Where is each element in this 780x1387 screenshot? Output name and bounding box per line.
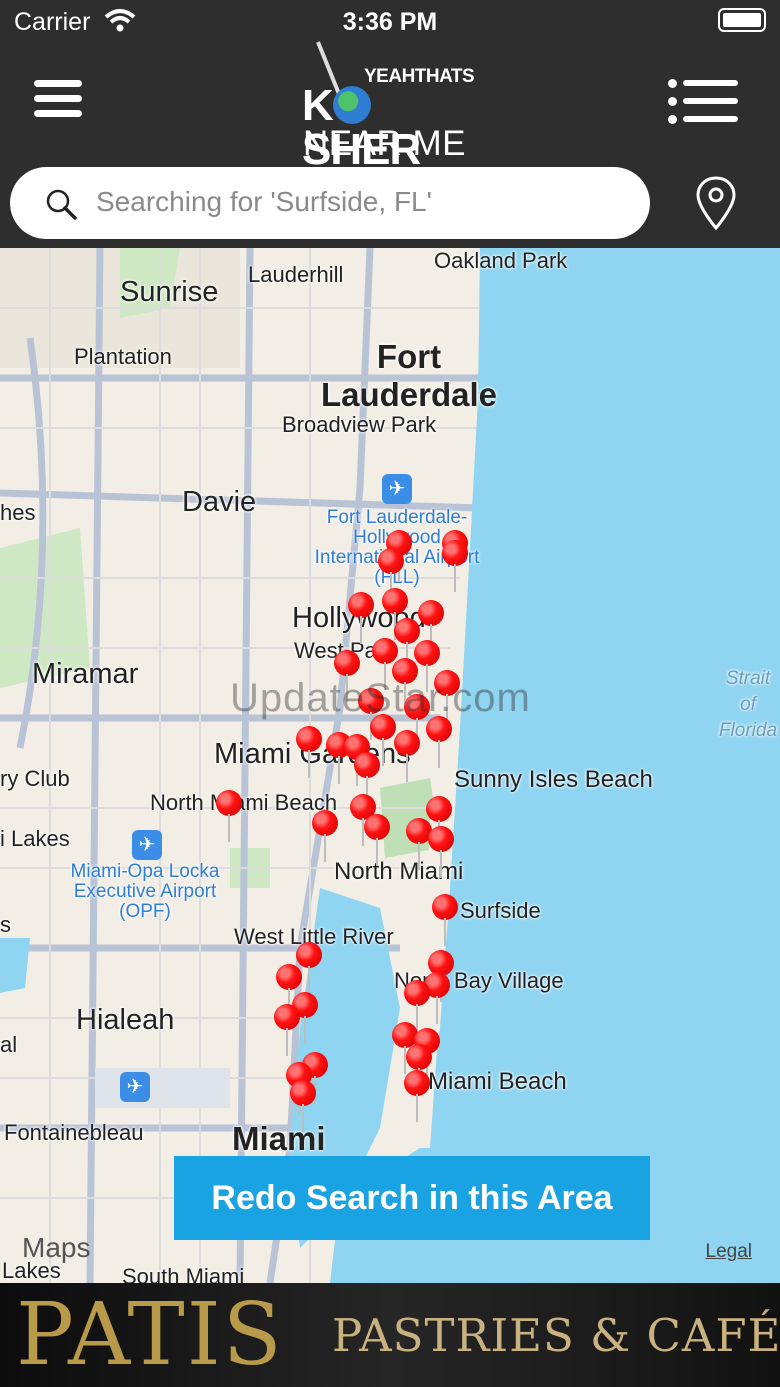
label-north-miami: North Miami [334, 858, 464, 885]
label-fontainebleau: Fontainebleau [4, 1120, 144, 1145]
ad-brand-text: PATIS [16, 1285, 284, 1385]
restaurant-pin[interactable] [378, 548, 404, 600]
restaurant-pin[interactable] [334, 650, 360, 702]
restaurant-pin[interactable] [382, 588, 408, 640]
restaurant-pin[interactable] [312, 810, 338, 862]
label-sunrise: Sunrise [120, 276, 219, 308]
app-logo: YEAHTHATS KSHER NEAR ME [300, 41, 480, 172]
restaurant-pin[interactable] [442, 540, 468, 592]
redo-search-button[interactable]: Redo Search in this Area [174, 1156, 650, 1240]
airport-icon: ✈ [382, 474, 412, 504]
label-hialeah: Hialeah [76, 1004, 175, 1036]
legal-link[interactable]: Legal [706, 1241, 753, 1263]
label-south-miami: South Miami [122, 1264, 245, 1283]
restaurant-pin[interactable] [364, 814, 390, 866]
clock: 3:36 PM [342, 8, 438, 36]
list-view-button[interactable] [668, 78, 738, 124]
watermark: UpdateStar.com [230, 676, 531, 720]
airport-icon: ✈ [132, 830, 162, 860]
map-view[interactable]: Sunrise Lauderhill Oakland Park Plantati… [0, 248, 780, 1283]
label-al: al [0, 1032, 18, 1057]
label-surfside: Surfside [460, 898, 541, 923]
airport-icon: ✈ [120, 1072, 150, 1102]
label-miramar: Miramar [32, 658, 139, 690]
apple-maps-logo: Maps [22, 1232, 90, 1264]
search-text: Searching for 'Surfside, FL' [96, 186, 432, 217]
label-lakes: i Lakes [0, 826, 70, 851]
restaurant-pin[interactable] [394, 730, 420, 782]
restaurant-pin[interactable] [426, 796, 452, 848]
ad-tagline: PASTRIES & CAFÉ [332, 1309, 780, 1362]
restaurant-pin[interactable] [432, 894, 458, 946]
restaurant-pin[interactable] [418, 600, 444, 652]
restaurant-pin[interactable] [290, 1080, 316, 1132]
logo-sub-text: NEAR ME [303, 124, 466, 163]
label-fort-lauderdale: Fort Lauderdale [320, 338, 498, 413]
restaurant-pin[interactable] [404, 980, 430, 1032]
globe-icon [332, 86, 371, 124]
label-hes: hes [0, 500, 36, 525]
search-input[interactable]: Searching for 'Surfside, FL' [10, 167, 650, 239]
label-broadview-park: Broadview Park [282, 412, 437, 437]
restaurant-pin[interactable] [428, 826, 454, 878]
label-north-miami-beach: North Miami Beach [150, 790, 338, 815]
label-opa-locka-airport: Miami-Opa Locka Executive Airport (OPF) [70, 861, 220, 922]
location-pin-button[interactable] [690, 174, 742, 234]
location-pin-icon [696, 176, 736, 231]
label-oakland-park: Oakland Park [434, 248, 568, 273]
label-country-club: ry Club [0, 766, 70, 791]
label-s: s [0, 912, 11, 937]
label-plantation: Plantation [74, 344, 172, 369]
maps-brand-text: Maps [22, 1232, 91, 1263]
restaurant-pin[interactable] [348, 592, 374, 644]
label-sunny-isles-beach: Sunny Isles Beach [454, 766, 653, 793]
restaurant-pin[interactable] [372, 638, 398, 690]
restaurant-pin[interactable] [274, 1004, 300, 1056]
restaurant-pin[interactable] [406, 1044, 432, 1096]
restaurant-pin[interactable] [394, 618, 420, 670]
search-icon [44, 187, 78, 221]
restaurant-pin[interactable] [296, 942, 322, 994]
restaurant-pin[interactable] [414, 640, 440, 692]
restaurant-pin[interactable] [404, 1070, 430, 1122]
label-strait-of-florida: Strait of Florida [718, 668, 778, 741]
label-miami: Miami [232, 1120, 326, 1157]
restaurant-pin[interactable] [354, 752, 380, 804]
label-miami-beach: Miami Beach [428, 1068, 567, 1095]
logo-letter-k: K [302, 81, 334, 130]
label-lauderhill: Lauderhill [248, 262, 344, 287]
restaurant-pin[interactable] [216, 790, 242, 842]
label-davie: Davie [182, 486, 257, 518]
restaurant-pin[interactable] [276, 964, 302, 1016]
restaurant-pin[interactable] [296, 726, 322, 778]
app-header: YEAHTHATS KSHER NEAR ME Searching for 'S… [0, 41, 780, 248]
hamburger-menu-button[interactable] [34, 80, 82, 120]
status-bar: Carrier 3:36 PM [0, 0, 780, 44]
ad-banner[interactable]: PATIS PASTRIES & CAFÉ [0, 1283, 780, 1387]
battery-icon [718, 8, 766, 32]
